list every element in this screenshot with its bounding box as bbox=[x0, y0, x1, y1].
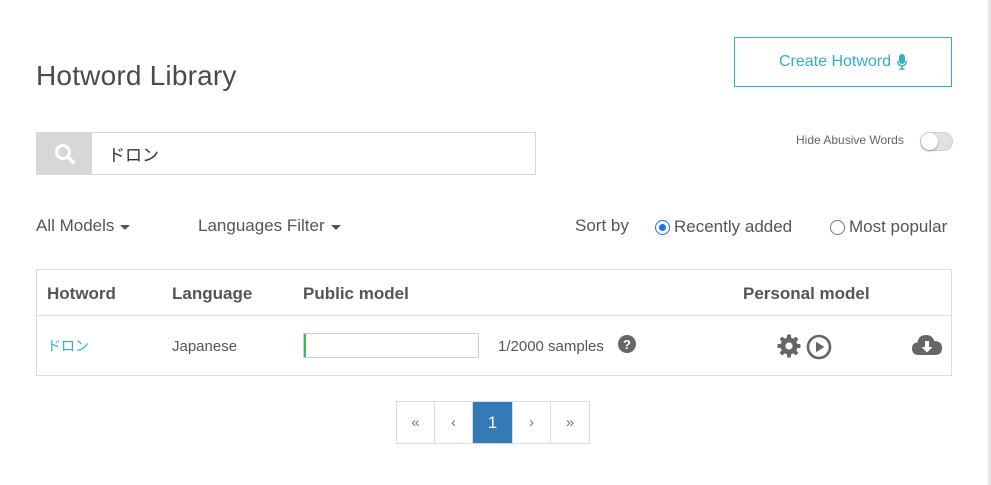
languages-filter-label: Languages Filter bbox=[198, 216, 325, 235]
languages-filter-dropdown[interactable]: Languages Filter bbox=[198, 216, 341, 236]
radio-unchecked-icon bbox=[830, 219, 845, 235]
toggle-knob bbox=[921, 133, 938, 150]
caret-down-icon bbox=[120, 224, 131, 230]
sort-most-popular-label: Most popular bbox=[849, 217, 948, 236]
page-last-button[interactable]: » bbox=[551, 402, 589, 443]
radio-checked-icon bbox=[655, 219, 670, 235]
header-personal-model: Personal model bbox=[743, 284, 870, 303]
gear-icon[interactable] bbox=[777, 334, 801, 363]
caret-down-icon bbox=[330, 224, 341, 230]
all-models-dropdown[interactable]: All Models bbox=[36, 216, 131, 236]
public-model-progress-bar bbox=[303, 333, 479, 358]
cloud-download-icon[interactable] bbox=[911, 333, 943, 362]
page-first-button[interactable]: « bbox=[397, 402, 435, 443]
hotword-link[interactable]: ドロン bbox=[47, 339, 89, 355]
pagination: « ‹ 1 › » bbox=[396, 401, 590, 444]
header-public-model: Public model bbox=[303, 284, 409, 303]
hide-abusive-words-label: Hide Abusive Words bbox=[796, 133, 904, 147]
samples-count: 1/2000 samples bbox=[498, 338, 604, 355]
hotword-table: Hotword Language Public model Personal m… bbox=[36, 269, 952, 376]
create-hotword-button[interactable]: Create Hotword bbox=[734, 37, 952, 87]
header-hotword: Hotword bbox=[47, 284, 116, 303]
hotword-cell: ドロン bbox=[47, 336, 89, 356]
microphone-icon bbox=[897, 54, 907, 70]
all-models-label: All Models bbox=[36, 216, 115, 235]
sort-most-popular-radio[interactable]: Most popular bbox=[830, 217, 947, 237]
sort-recently-added-radio[interactable]: Recently added bbox=[655, 217, 792, 237]
page-prev-button[interactable]: ‹ bbox=[435, 402, 473, 443]
question-circle-icon[interactable]: ? bbox=[618, 335, 636, 353]
page-next-button[interactable]: › bbox=[513, 402, 551, 443]
table-header: Hotword Language Public model Personal m… bbox=[37, 270, 951, 316]
header-language: Language bbox=[172, 284, 253, 303]
table-row: ドロン Japanese 1/2000 samples ? bbox=[37, 316, 951, 375]
progress-fill bbox=[304, 334, 307, 357]
hide-abusive-words-toggle[interactable] bbox=[920, 132, 953, 151]
language-cell: Japanese bbox=[172, 338, 238, 355]
page-title: Hotword Library bbox=[36, 60, 237, 91]
sort-recently-added-label: Recently added bbox=[674, 217, 793, 236]
search-bar bbox=[36, 132, 536, 175]
play-circle-icon[interactable] bbox=[806, 334, 832, 365]
page-current-button[interactable]: 1 bbox=[473, 402, 513, 443]
search-icon[interactable] bbox=[37, 133, 92, 174]
create-hotword-label: Create Hotword bbox=[778, 53, 892, 70]
search-input[interactable] bbox=[92, 133, 535, 174]
sort-by-label: Sort by bbox=[575, 216, 629, 235]
